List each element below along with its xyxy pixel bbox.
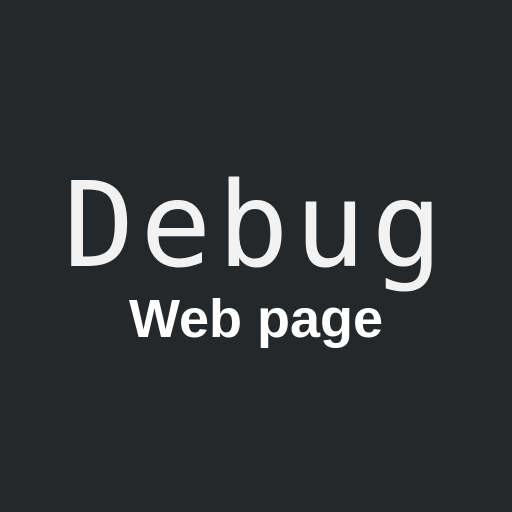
app-title: Debug — [63, 156, 449, 294]
app-icon: Debug Web page — [0, 0, 512, 512]
app-subtitle: Web page — [128, 289, 384, 349]
